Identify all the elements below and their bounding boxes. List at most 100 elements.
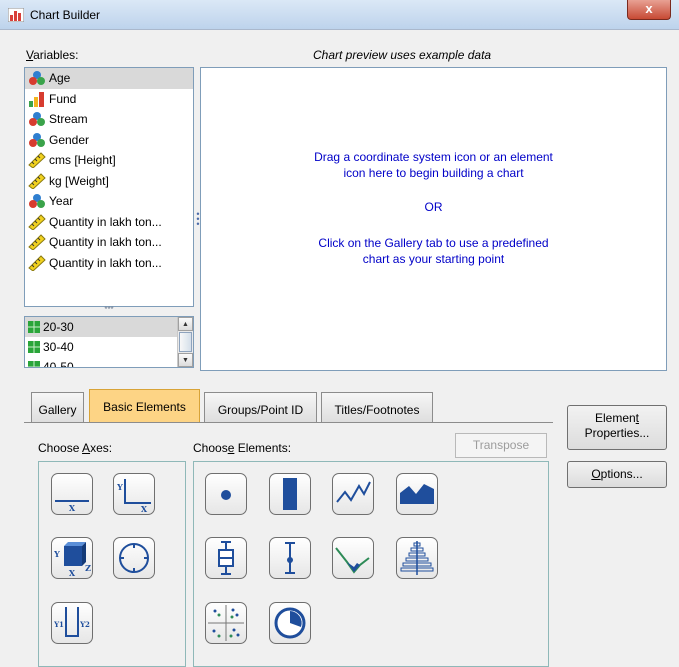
dual-axes-element-button[interactable] xyxy=(205,602,247,644)
preview-instruction-1: Drag a coordinate system icon or an elem… xyxy=(314,150,553,164)
value-item[interactable]: 20-30 xyxy=(25,317,193,337)
tab-groups-point-id[interactable]: Groups/Point ID xyxy=(204,392,317,422)
y1-axis-letter: Y1 xyxy=(53,620,64,629)
variables-splitter[interactable]: *** xyxy=(24,306,194,315)
point-icon xyxy=(221,490,231,500)
variable-item[interactable]: Gender xyxy=(25,130,193,151)
high-low-icon xyxy=(335,547,370,574)
variables-list[interactable]: Age Fund Stream Gender cms [Height] kg [Weigh… xyxy=(24,67,194,307)
population-pyramid-icon xyxy=(400,541,434,575)
variable-item[interactable]: Fund xyxy=(25,89,193,110)
scale-icon xyxy=(28,173,46,190)
options-button[interactable]: Options... xyxy=(567,461,667,488)
scroll-down-arrow-icon[interactable]: ▼ xyxy=(178,353,193,367)
scale-icon xyxy=(28,255,46,272)
choose-elements-label-pre: Choos xyxy=(193,441,228,455)
variable-item-label: kg [Weight] xyxy=(49,173,109,188)
element-properties-label-1-key: t xyxy=(635,411,640,425)
title-bar: Chart Builder x xyxy=(0,0,679,30)
variable-item-label: Age xyxy=(49,71,71,86)
variables-label: Variables: xyxy=(26,48,78,62)
xy-axes-2d-button[interactable]: Y X xyxy=(113,473,155,515)
scale-icon xyxy=(28,152,46,169)
category-grid-icon xyxy=(28,341,40,353)
variable-item[interactable]: Quantity in lakh ton... xyxy=(25,212,193,233)
variable-item-label: Quantity in lakh ton... xyxy=(49,214,162,229)
high-low-element-button[interactable] xyxy=(332,537,374,579)
variable-item[interactable]: kg [Weight] xyxy=(25,171,193,192)
value-item-label: 20-30 xyxy=(43,320,74,334)
variable-item-label: Gender xyxy=(49,132,90,147)
scroll-thumb[interactable] xyxy=(179,332,192,352)
category-grid-icon xyxy=(28,361,40,367)
choose-elements-label: Choose Elements: xyxy=(193,441,291,455)
value-item[interactable]: 40-50 xyxy=(25,357,193,368)
variable-item[interactable]: Year xyxy=(25,191,193,212)
line-element-button[interactable] xyxy=(332,473,374,515)
choose-axes-label-pre: Choose xyxy=(38,441,83,455)
polar-axes-button[interactable] xyxy=(113,537,155,579)
y-axis-letter: Y xyxy=(116,482,123,492)
ordinal-icon xyxy=(28,91,46,107)
x-axis-letter: X xyxy=(69,503,76,513)
variables-label-rest: ariables: xyxy=(33,48,79,62)
element-properties-button[interactable]: Element Properties... xyxy=(567,405,667,450)
x-axis-1d-icon: X xyxy=(55,500,89,513)
boxplot-element-button[interactable] xyxy=(205,537,247,579)
window-title: Chart Builder xyxy=(30,8,101,22)
value-item-label: 30-40 xyxy=(43,340,74,354)
variable-item-label: Stream xyxy=(49,112,88,127)
choose-axes-label: Choose Axes: xyxy=(38,441,112,455)
preview-or: OR xyxy=(424,200,443,214)
point-element-button[interactable] xyxy=(205,473,247,515)
choose-axes-label-key: A xyxy=(82,441,91,455)
pie-element-button[interactable] xyxy=(269,602,311,644)
scale-icon xyxy=(28,214,46,231)
close-button[interactable]: x xyxy=(627,0,671,20)
error-bar-element-button[interactable] xyxy=(269,537,311,579)
variable-item[interactable]: Stream xyxy=(25,109,193,130)
preview-instruction-2: icon here to begin building a chart xyxy=(343,166,524,180)
x-axis-letter: X xyxy=(69,568,76,578)
polar-axes-icon xyxy=(119,543,149,573)
x-axis-1d-button[interactable]: X xyxy=(51,473,93,515)
dual-axes-icon xyxy=(208,605,244,641)
variable-item[interactable]: cms [Height] xyxy=(25,150,193,171)
tab-basic-elements[interactable]: Basic Elements xyxy=(89,389,200,423)
value-item[interactable]: 30-40 xyxy=(25,337,193,357)
z-axis-letter: Z xyxy=(85,563,91,573)
boxplot-icon xyxy=(218,541,234,575)
xyz-axes-3d-button[interactable]: Y X Z xyxy=(51,537,93,579)
pane-splitter-grip-icon[interactable]: • • • xyxy=(195,210,201,230)
element-properties-label-2: Properties... xyxy=(584,426,650,440)
scroll-up-arrow-icon[interactable]: ▲ xyxy=(178,317,193,331)
area-icon xyxy=(400,484,434,504)
transpose-button[interactable]: Transpose xyxy=(455,433,547,458)
preview-label: Chart preview uses example data xyxy=(313,48,492,62)
close-icon: x xyxy=(645,1,653,16)
variable-item[interactable]: Quantity in lakh ton... xyxy=(25,232,193,253)
values-scrollbar[interactable]: ▲ ▼ xyxy=(177,317,193,367)
variable-item[interactable]: Quantity in lakh ton... xyxy=(25,253,193,274)
options-label-post: ptions... xyxy=(600,467,643,481)
y2-axis-letter: Y2 xyxy=(79,620,90,629)
nominal-icon xyxy=(28,70,46,86)
bar-element-button[interactable] xyxy=(269,473,311,515)
preview-instruction-3: Click on the Gallery tab to use a predef… xyxy=(318,236,549,250)
value-item-label: 40-50 xyxy=(43,360,74,368)
error-bar-icon xyxy=(285,542,295,574)
pie-icon xyxy=(274,607,306,639)
options-label-key: O xyxy=(591,467,601,481)
x-axis-letter: X xyxy=(141,504,148,514)
tab-gallery[interactable]: Gallery xyxy=(31,392,84,422)
tab-titles-footnotes[interactable]: Titles/Footnotes xyxy=(321,392,433,422)
variable-item[interactable]: Age xyxy=(25,68,193,89)
area-element-button[interactable] xyxy=(396,473,438,515)
chart-preview-canvas[interactable]: Drag a coordinate system icon or an elem… xyxy=(200,67,667,371)
population-pyramid-element-button[interactable] xyxy=(396,537,438,579)
nominal-icon xyxy=(28,132,46,148)
dual-y-axes-icon: Y1 Y2 xyxy=(53,607,90,637)
values-list[interactable]: 20-30 30-40 40-50 ▲ ▼ xyxy=(24,316,194,368)
dual-y-axes-button[interactable]: Y1 Y2 xyxy=(51,602,93,644)
line-icon xyxy=(336,481,371,503)
